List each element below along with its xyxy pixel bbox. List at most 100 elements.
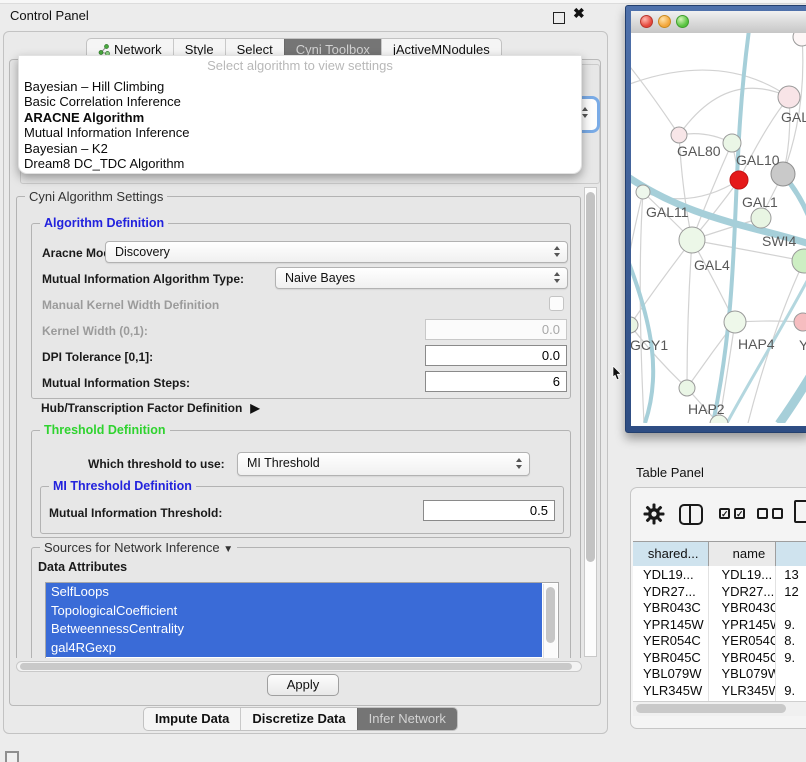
table-row[interactable]: YLR345WYLR345W9. xyxy=(633,682,806,699)
list-scrollbar[interactable] xyxy=(543,584,557,658)
combo-value: MI Threshold xyxy=(247,456,320,470)
node-pink[interactable] xyxy=(794,313,806,331)
scrollbar-thumb[interactable] xyxy=(546,587,555,643)
group-title: Algorithm Definition xyxy=(40,216,168,230)
tab-impute-data[interactable]: Impute Data xyxy=(144,708,240,730)
table-horizontal-scrollbar[interactable] xyxy=(633,701,806,716)
close-icon[interactable]: ✖ xyxy=(573,5,585,22)
algorithm-dropdown-popup: Select algorithm to view settings Bayesi… xyxy=(18,55,582,174)
attribute-item[interactable]: SelfLoops xyxy=(46,583,542,602)
node-gal1-selected[interactable] xyxy=(730,171,748,189)
table-row[interactable]: YBR045CYBR045C9. xyxy=(633,649,806,666)
zoom-traffic-light[interactable] xyxy=(676,15,689,28)
node-gal11[interactable] xyxy=(636,185,650,199)
select-all-checkboxes-icon[interactable]: ✓✓ xyxy=(719,508,749,526)
dropdown-item[interactable]: Basic Correlation Inference xyxy=(24,94,581,109)
table-row[interactable]: YDR27...YDR27...12 xyxy=(633,583,806,600)
svg-text:HAP2: HAP2 xyxy=(688,401,725,417)
apply-button[interactable]: Apply xyxy=(267,674,339,696)
data-attributes-label: Data Attributes xyxy=(38,560,127,574)
table-panel: ✓✓ shared... name YDL19...YDL19...13 YDR… xyxy=(630,487,806,729)
sources-title[interactable]: Sources for Network Inference ▼ xyxy=(40,540,237,555)
node-hap4[interactable] xyxy=(724,311,746,333)
table-body: YDL19...YDL19...13 YDR27...YDR27...12 YB… xyxy=(633,566,806,701)
column-header-shared-name[interactable]: shared... xyxy=(633,542,709,567)
minimize-traffic-light[interactable] xyxy=(658,15,671,28)
column-header-name[interactable]: name xyxy=(709,542,776,567)
settings-scroll-area: Cyni Algorithm Settings Algorithm Defini… xyxy=(13,186,583,658)
settings-horizontal-scrollbar[interactable] xyxy=(16,661,582,672)
mi-type-label: Mutual Information Algorithm Type: xyxy=(42,272,244,286)
node-gal4[interactable] xyxy=(679,227,705,253)
sources-group: Sources for Network Inference ▼ Data Att… xyxy=(31,547,571,658)
aracne-mode-combo[interactable]: Discovery xyxy=(105,241,568,263)
mi-type-combo[interactable]: Naive Bayes xyxy=(275,267,568,289)
collapse-arrow-icon: ▼ xyxy=(223,544,233,555)
scrollbar-thumb[interactable] xyxy=(20,663,572,670)
network-window-titlebar[interactable] xyxy=(631,11,806,34)
dropdown-item[interactable]: Bayesian – K2 xyxy=(24,141,581,156)
minimized-panel-icon[interactable] xyxy=(5,751,19,762)
network-icon xyxy=(98,44,110,56)
combo-spinner-icon xyxy=(582,107,588,118)
svg-text:GAL80: GAL80 xyxy=(677,143,721,159)
expand-arrow-icon: ▶ xyxy=(250,401,259,415)
column-header[interactable] xyxy=(776,542,806,567)
new-table-document-icon[interactable] xyxy=(794,500,806,523)
node-hap2[interactable] xyxy=(679,380,695,396)
node-gal[interactable] xyxy=(778,86,800,108)
svg-text:GAL11: GAL11 xyxy=(646,204,689,220)
dpi-tolerance-field[interactable]: 0.0 xyxy=(425,345,567,366)
dropdown-item[interactable]: Dream8 DC_TDC Algorithm xyxy=(24,156,581,171)
table-row[interactable]: YBL079WYBL079W xyxy=(633,665,806,682)
kernel-width-label: Kernel Width (0,1): xyxy=(42,324,148,338)
table-row[interactable]: YBR043CYBR043C xyxy=(633,599,806,616)
which-threshold-combo[interactable]: MI Threshold xyxy=(237,452,530,476)
svg-text:GCY1: GCY1 xyxy=(631,337,668,353)
threshold-definition-group: Threshold Definition Which threshold to … xyxy=(31,430,571,538)
node-gcy1[interactable] xyxy=(631,317,638,333)
svg-text:GAL: GAL xyxy=(781,109,806,125)
group-title: MI Threshold Definition xyxy=(49,479,196,493)
table-panel-title: Table Panel xyxy=(636,465,704,480)
tab-discretize-data[interactable]: Discretize Data xyxy=(240,708,356,730)
mi-steps-field[interactable]: 6 xyxy=(425,371,567,392)
deselect-all-checkboxes-icon[interactable] xyxy=(757,508,787,526)
manual-kernel-checkbox xyxy=(549,296,564,311)
table-row[interactable]: YPR145WYPR145W9. xyxy=(633,616,806,633)
column-layout-icon[interactable] xyxy=(679,504,703,525)
mi-threshold-field[interactable]: 0.5 xyxy=(423,500,555,521)
data-attributes-list[interactable]: SelfLoops TopologicalCoefficient Between… xyxy=(45,582,559,658)
table-row[interactable]: YDL19...YDL19...13 xyxy=(633,566,806,583)
dropdown-item[interactable]: Bayesian – Hill Climbing xyxy=(24,79,581,94)
manual-kernel-label: Manual Kernel Width Definition xyxy=(42,298,219,312)
group-title: Threshold Definition xyxy=(40,423,170,437)
node-green[interactable] xyxy=(792,249,806,273)
mi-threshold-label: Mutual Information Threshold: xyxy=(49,506,222,520)
attribute-item[interactable]: gal4RGexp xyxy=(46,639,542,658)
node[interactable] xyxy=(793,33,806,46)
dropdown-item-selected[interactable]: ARACNE Algorithm xyxy=(24,110,581,125)
dpi-tolerance-label: DPI Tolerance [0,1]: xyxy=(42,350,153,364)
close-traffic-light[interactable] xyxy=(640,15,653,28)
attribute-item[interactable]: BetweennessCentrality xyxy=(46,620,542,639)
combo-spinner-icon xyxy=(554,246,560,257)
scrollbar-thumb[interactable] xyxy=(636,704,786,713)
attribute-item[interactable]: TopologicalCoefficient xyxy=(46,602,542,621)
tab-infer-network[interactable]: Infer Network xyxy=(357,708,457,730)
dropdown-item[interactable]: Mutual Information Inference xyxy=(24,125,581,140)
node-gal80[interactable] xyxy=(671,127,687,143)
network-nodes[interactable] xyxy=(631,33,806,423)
network-canvas[interactable]: GAL GAL80 GAL10 GAL1 GAL11 SWI4 GAL4 GCY… xyxy=(631,33,806,426)
settings-vertical-scrollbar[interactable] xyxy=(584,187,597,657)
float-window-icon[interactable] xyxy=(553,12,565,24)
node-gal10[interactable] xyxy=(723,134,741,152)
table-row[interactable]: YER054CYER054C8. xyxy=(633,632,806,649)
algorithm-definition-group: Algorithm Definition Aracne Mode: Discov… xyxy=(31,223,571,399)
node-swi4[interactable] xyxy=(751,208,771,228)
svg-text:Y: Y xyxy=(799,337,806,353)
hub-definition-expander[interactable]: Hub/Transcription Factor Definition▶ xyxy=(41,401,260,415)
scrollbar-thumb[interactable] xyxy=(586,192,595,562)
group-title: Cyni Algorithm Settings xyxy=(25,189,167,204)
settings-gear-icon[interactable] xyxy=(643,503,665,530)
